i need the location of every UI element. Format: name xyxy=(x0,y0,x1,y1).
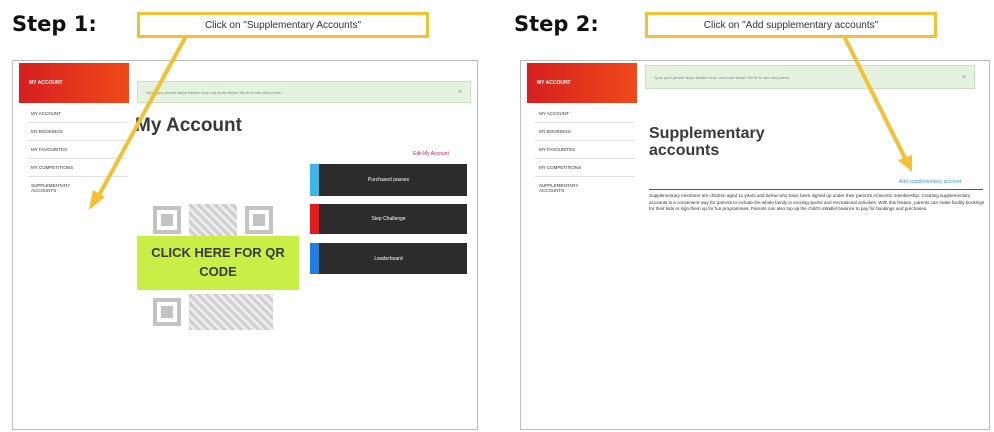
step2-arrow-icon xyxy=(843,36,912,172)
